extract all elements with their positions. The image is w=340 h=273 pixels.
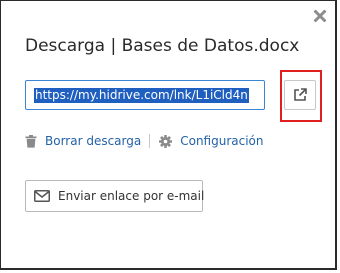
share-link-field[interactable]: https://my.hidrive.com/lnk/L1iCld4n	[25, 80, 265, 110]
actions-separator	[149, 134, 151, 148]
delete-download-label: Borrar descarga	[45, 134, 142, 148]
external-link-icon	[294, 88, 307, 101]
envelope-icon	[34, 190, 50, 202]
share-link-text[interactable]: https://my.hidrive.com/lnk/L1iCld4n	[34, 87, 249, 103]
settings-link[interactable]: Configuración	[159, 134, 264, 148]
trash-icon	[25, 134, 37, 148]
link-actions: Borrar descarga Configuración	[25, 134, 264, 148]
send-link-email-button[interactable]: Enviar enlace por e-mail	[25, 180, 205, 212]
delete-download-link[interactable]: Borrar descarga	[25, 134, 141, 148]
open-link-button[interactable]	[284, 80, 316, 110]
settings-label: Configuración	[180, 134, 264, 148]
close-icon	[314, 10, 326, 22]
dialog-title: Descarga | Bases de Datos.docx	[25, 36, 300, 56]
send-link-email-label: Enviar enlace por e-mail	[58, 189, 205, 203]
gear-icon	[159, 134, 173, 148]
close-button[interactable]	[311, 7, 329, 25]
download-link-dialog: Descarga | Bases de Datos.docx https://m…	[0, 0, 337, 270]
